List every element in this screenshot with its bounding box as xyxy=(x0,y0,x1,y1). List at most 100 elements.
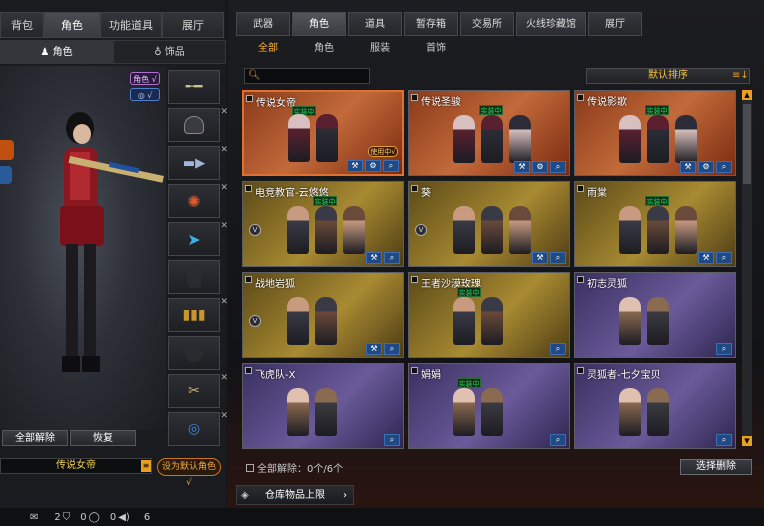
mail-icon[interactable]: ✉ xyxy=(30,512,38,523)
card-checkbox[interactable] xyxy=(577,94,584,101)
item-card[interactable]: 电竞教官-云悠悠 实装中 V ⚒ ⌕ xyxy=(242,181,404,267)
slot-emblem[interactable]: ✺ ✕ xyxy=(168,183,228,218)
remove-icon[interactable]: ✕ xyxy=(220,145,228,155)
card-checkbox[interactable] xyxy=(411,185,418,192)
slot-fish[interactable]: ➤ ✕ xyxy=(168,221,228,256)
item-card[interactable]: 传说女帝 实装中 使用中√ ⚒ ⚙ ⌕ xyxy=(242,90,404,176)
tab-characters[interactable]: 角色 xyxy=(292,12,346,36)
slot-empty[interactable] xyxy=(168,260,220,294)
item-card[interactable]: 传说圣骏 实装中 ⚒ ⚙ ⌕ xyxy=(408,90,570,176)
sort-dropdown[interactable]: 默认排序 xyxy=(586,68,750,84)
tab-storage[interactable]: 暂存箱 xyxy=(404,12,458,36)
card-checkbox[interactable] xyxy=(246,95,253,102)
remove-icon[interactable]: ✕ xyxy=(220,297,228,307)
unequip-all-button[interactable]: 全部解除 xyxy=(2,430,68,446)
tab-collection[interactable]: 火线珍藏馆 xyxy=(516,12,586,36)
card-checkbox[interactable] xyxy=(245,185,252,192)
gear-icon[interactable]: ⚙ xyxy=(365,160,381,172)
gear-icon[interactable]: ⚙ xyxy=(532,161,548,173)
wrench-icon[interactable]: ⚒ xyxy=(680,161,696,173)
remove-icon[interactable]: ✕ xyxy=(220,183,228,193)
sort-menu-icon[interactable]: ≡↓ xyxy=(732,70,749,81)
remove-icon[interactable]: ✕ xyxy=(220,411,228,421)
remove-icon[interactable]: ✕ xyxy=(220,221,228,231)
item-card[interactable]: 葵 V ⚒ ⌕ xyxy=(408,181,570,267)
wrench-icon[interactable]: ⚒ xyxy=(366,343,382,355)
set-default-character-button[interactable]: 设为默认角色 √ xyxy=(157,458,221,488)
item-card[interactable]: 雨棠 实装中 ⚒ ⌕ xyxy=(574,181,736,267)
wrench-icon[interactable]: ⚒ xyxy=(532,252,548,264)
item-card[interactable]: 传说影歌 实装中 ⚒ ⚙ ⌕ xyxy=(574,90,736,176)
scroll-thumb[interactable] xyxy=(743,104,751,184)
character-preview[interactable]: 角色 √ ◎ √ xyxy=(0,66,166,430)
subtab-character[interactable]: ♟ 角色 xyxy=(0,40,113,64)
scroll-down-icon[interactable]: ▼ xyxy=(742,436,752,446)
remove-icon[interactable]: ✕ xyxy=(220,107,228,117)
search-icon[interactable]: ⌕ xyxy=(550,161,566,173)
filter-clothing[interactable]: 服装 xyxy=(352,40,408,58)
item-card[interactable]: 初志灵狐 ⌕ xyxy=(574,272,736,358)
card-checkbox[interactable] xyxy=(577,367,584,374)
warehouse-limit-button[interactable]: ◈ 仓库物品上限 › xyxy=(236,485,354,505)
remove-icon[interactable]: ✕ xyxy=(220,373,228,383)
search-icon[interactable]: ⌕ xyxy=(384,252,400,264)
slot-knife[interactable]: ✂ ✕ xyxy=(168,373,228,408)
select-delete-button[interactable]: 选择删除 xyxy=(680,459,752,475)
wrench-icon[interactable]: ⚒ xyxy=(366,252,382,264)
card-checkbox[interactable] xyxy=(411,276,418,283)
slot-grenade[interactable] xyxy=(168,336,220,370)
slot-gun[interactable]: ▬▶ ✕ xyxy=(168,145,228,180)
tab-exchange[interactable]: 交易所 xyxy=(460,12,514,36)
gear-icon[interactable]: ⚙ xyxy=(698,161,714,173)
filter-all[interactable]: 全部 xyxy=(240,40,296,58)
search-icon[interactable]: ⌕ xyxy=(550,343,566,355)
card-checkbox[interactable] xyxy=(245,367,252,374)
slot-rifle[interactable]: ╾━ xyxy=(168,70,220,104)
tab-hall[interactable]: 展厅 xyxy=(162,12,224,38)
slot-helmet[interactable]: ✕ xyxy=(168,107,228,142)
checkbox[interactable] xyxy=(246,464,254,472)
search-icon[interactable]: ⌕ xyxy=(384,434,400,446)
scrollbar[interactable]: ▲ ▼ xyxy=(742,90,752,446)
card-checkbox[interactable] xyxy=(411,94,418,101)
slot-ammo[interactable]: ▮▮▮ ✕ xyxy=(168,297,228,332)
wrench-icon[interactable]: ⚒ xyxy=(698,252,714,264)
wrench-icon[interactable]: ⚒ xyxy=(514,161,530,173)
search-icon[interactable]: ⌕ xyxy=(550,434,566,446)
tab-function-items[interactable]: 功能道具 xyxy=(100,12,162,38)
filter-character[interactable]: 角色 xyxy=(296,40,352,58)
tab-character[interactable]: 角色 xyxy=(44,12,100,38)
item-card[interactable]: 王者沙漠玫瑰 实装中 ⌕ xyxy=(408,272,570,358)
tab-items[interactable]: 道具 xyxy=(348,12,402,36)
subtab-accessory[interactable]: ♁ 饰品 xyxy=(113,40,226,64)
card-checkbox[interactable] xyxy=(577,276,584,283)
search-icon[interactable]: ⌕ xyxy=(550,252,566,264)
menu-icon[interactable]: ≡ xyxy=(141,460,151,472)
tab-backpack[interactable]: 背包 xyxy=(0,12,44,38)
card-checkbox[interactable] xyxy=(411,367,418,374)
scroll-up-icon[interactable]: ▲ xyxy=(742,90,752,100)
search-icon[interactable]: ⌕ xyxy=(716,161,732,173)
character-figures-image xyxy=(287,206,371,254)
card-actions: ⌕ xyxy=(382,434,400,446)
card-checkbox[interactable] xyxy=(577,185,584,192)
item-card[interactable]: 战地岩狐 V ⚒ ⌕ xyxy=(242,272,404,358)
card-title: 灵狐者-七夕宝贝 xyxy=(587,370,661,381)
slot-bracelet[interactable]: ◎ ✕ xyxy=(168,411,228,446)
card-title: 葵 xyxy=(421,188,431,199)
filter-jewelry[interactable]: 首饰 xyxy=(408,40,464,58)
wrench-icon[interactable]: ⚒ xyxy=(347,160,363,172)
search-icon[interactable]: ⌕ xyxy=(384,343,400,355)
search-field[interactable]: 🔍︎ xyxy=(244,68,370,84)
card-checkbox[interactable] xyxy=(245,276,252,283)
search-icon[interactable]: ⌕ xyxy=(383,160,399,172)
item-card[interactable]: 娟娟 实装中 ⌕ xyxy=(408,363,570,449)
restore-button[interactable]: 恢复 xyxy=(70,430,136,446)
item-card[interactable]: 飞虎队-X ⌕ xyxy=(242,363,404,449)
tab-showroom[interactable]: 展厅 xyxy=(588,12,642,36)
search-icon[interactable]: ⌕ xyxy=(716,343,732,355)
search-icon[interactable]: ⌕ xyxy=(716,252,732,264)
search-icon[interactable]: ⌕ xyxy=(716,434,732,446)
tab-weapons[interactable]: 武器 xyxy=(236,12,290,36)
item-card[interactable]: 灵狐者-七夕宝贝 ⌕ xyxy=(574,363,736,449)
